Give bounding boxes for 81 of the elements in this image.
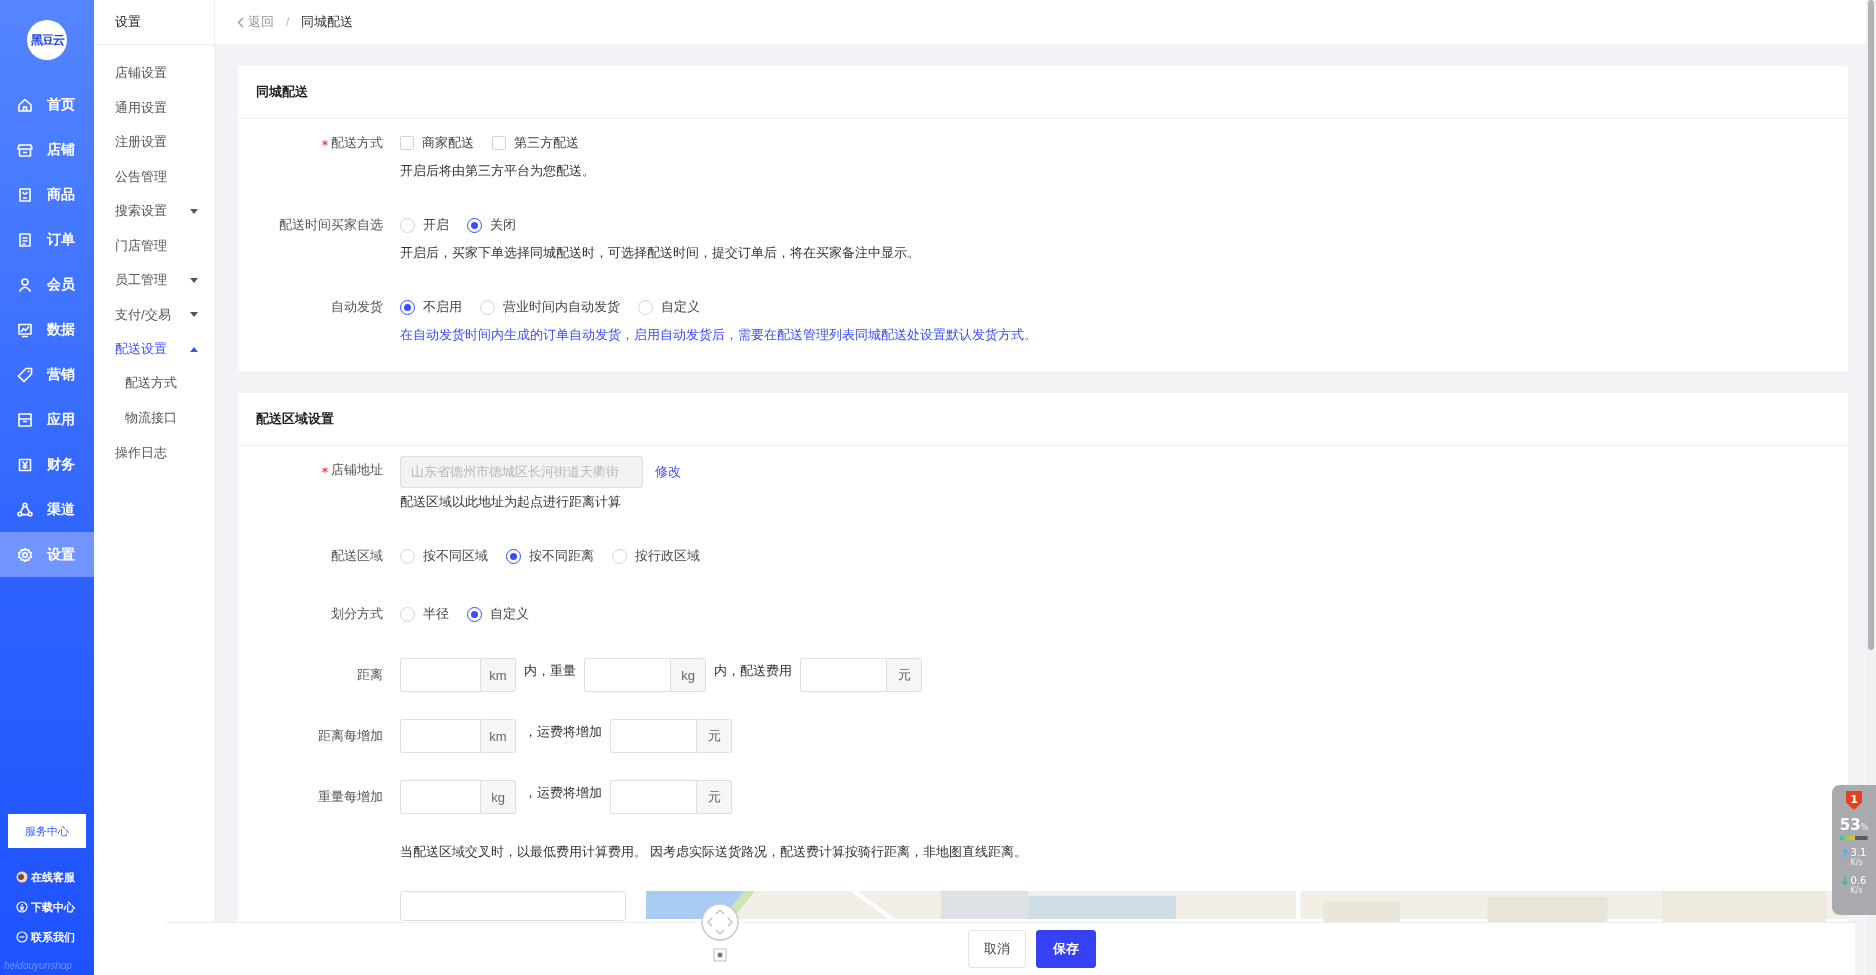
unit-label: 元 xyxy=(696,719,732,753)
usage-value: 53 xyxy=(1839,816,1861,834)
nav-item[interactable]: 订单 xyxy=(0,217,94,262)
logo: 黑豆云 xyxy=(27,20,67,60)
subnav-item[interactable]: 支付/交易 xyxy=(94,297,214,332)
nav-item[interactable]: 首页 xyxy=(0,82,94,127)
unit-label: km xyxy=(480,658,516,692)
field-label: 配送时间买家自选 xyxy=(279,216,383,234)
option-label: 商家配送 xyxy=(422,134,474,152)
unit-label: % xyxy=(1860,823,1869,832)
save-button[interactable]: 保存 xyxy=(1036,929,1096,968)
unit-label: kg xyxy=(480,780,516,814)
subnav-item[interactable]: 配送方式 xyxy=(94,366,214,401)
field-label: 配送区域 xyxy=(331,547,383,565)
nav-item[interactable]: 店铺 xyxy=(0,127,94,172)
field-label: 距离每增加 xyxy=(318,727,383,745)
field-label: 重量每增加 xyxy=(318,788,383,806)
field-text: ，运费将增加 xyxy=(524,724,602,741)
back-link[interactable]: 返回 xyxy=(237,13,274,31)
subnav-item[interactable]: 物流接口 xyxy=(94,401,214,436)
card-title: 配送区域设置 xyxy=(238,393,1848,446)
subnav-item[interactable]: 通用设置 xyxy=(94,90,214,125)
subnav-title: 设置 xyxy=(94,0,214,45)
note-text: 当配送区域交叉时，以最低费用计算费用。 因考虑实际送货路况，配送费计算按骑行距离，非地图直线距离。 xyxy=(400,843,1028,861)
unit-label: 元 xyxy=(696,780,732,814)
card-title: 同城配送 xyxy=(238,66,1848,119)
alert-badge: 1 xyxy=(1846,791,1862,810)
unit-label: K/s xyxy=(1850,886,1864,896)
breadcrumb-separator: / xyxy=(286,15,290,29)
option-label: 第三方配送 xyxy=(514,134,579,152)
field-text: 内，配送费用 xyxy=(714,663,792,680)
sidebar-link[interactable]: 在线客服 xyxy=(0,862,94,892)
sidebar-link[interactable]: 联系我们 xyxy=(0,922,94,952)
unit-label: km xyxy=(480,719,516,753)
option-label: 半径 xyxy=(423,605,449,623)
option-label: 营业时间内自动发货 xyxy=(503,298,620,316)
nav-item[interactable]: 应用 xyxy=(0,397,94,442)
subnav-item[interactable]: 员工管理 xyxy=(94,263,214,298)
breadcrumb-current: 同城配送 xyxy=(301,13,354,31)
subnav-item[interactable]: 门店管理 xyxy=(94,228,214,263)
nav-item[interactable]: 财务 xyxy=(0,442,94,487)
subnav-item[interactable]: 操作日志 xyxy=(94,435,214,470)
subnav-item[interactable]: 注册设置 xyxy=(94,125,214,160)
field-label: 自动发货 xyxy=(331,298,383,316)
option-label: 按不同距离 xyxy=(529,547,594,565)
speed-value: 3.1 xyxy=(1850,848,1867,858)
nav-item[interactable]: 会员 xyxy=(0,262,94,307)
subnav-item[interactable]: 搜索设置 xyxy=(94,194,214,229)
service-center-button[interactable]: 服务中心 xyxy=(8,814,86,848)
subnav-item[interactable]: 配送设置 xyxy=(94,332,214,367)
unit-label: kg xyxy=(670,658,706,692)
brand-text: heidouyunshop xyxy=(3,959,73,973)
nav-item[interactable]: 渠道 xyxy=(0,487,94,532)
option-label: 自定义 xyxy=(490,605,529,623)
field-label: 配送方式 xyxy=(322,134,383,152)
hint-text: 开启后，买家下单选择同城配送时，可选择配送时间，提交订单后，将在买家备注中显示。 xyxy=(400,245,921,262)
nav-item[interactable]: 营销 xyxy=(0,352,94,397)
nav-item[interactable]: 商品 xyxy=(0,172,94,217)
nav-item[interactable]: 设置 xyxy=(0,532,94,577)
field-text: ，运费将增加 xyxy=(524,785,602,802)
field-label: 距离 xyxy=(357,666,383,684)
option-label: 按不同区域 xyxy=(423,547,488,565)
option-label: 按行政区域 xyxy=(635,547,700,565)
option-label: 关闭 xyxy=(490,216,516,234)
option-label: 不启用 xyxy=(423,298,462,316)
hint-text: 在自动发货时间内生成的订单自动发货，启用自动发货后，需要在配送管理列表同城配送处设置默认发货方式。 xyxy=(400,327,1038,344)
option-label: 开启 xyxy=(423,216,449,234)
nav-item[interactable]: 数据 xyxy=(0,307,94,352)
hint-text: 开启后将由第三方平台为您配送。 xyxy=(400,163,596,180)
field-label: 划分方式 xyxy=(331,605,383,623)
speed-value: 0.6 xyxy=(1850,876,1867,886)
unit-label: K/s xyxy=(1850,858,1864,868)
cancel-button[interactable]: 取消 xyxy=(968,929,1026,968)
hint-text: 配送区域以此地址为起点进行距离计算 xyxy=(400,494,622,511)
subnav-item[interactable]: 店铺设置 xyxy=(94,56,214,91)
sidebar-link[interactable]: 下载中心 xyxy=(0,892,94,922)
unit-label: 元 xyxy=(886,658,922,692)
subnav-item[interactable]: 公告管理 xyxy=(94,159,214,194)
field-text: 内，重量 xyxy=(524,663,576,680)
field-label: 店铺地址 xyxy=(322,461,383,479)
option-label: 自定义 xyxy=(661,298,700,316)
